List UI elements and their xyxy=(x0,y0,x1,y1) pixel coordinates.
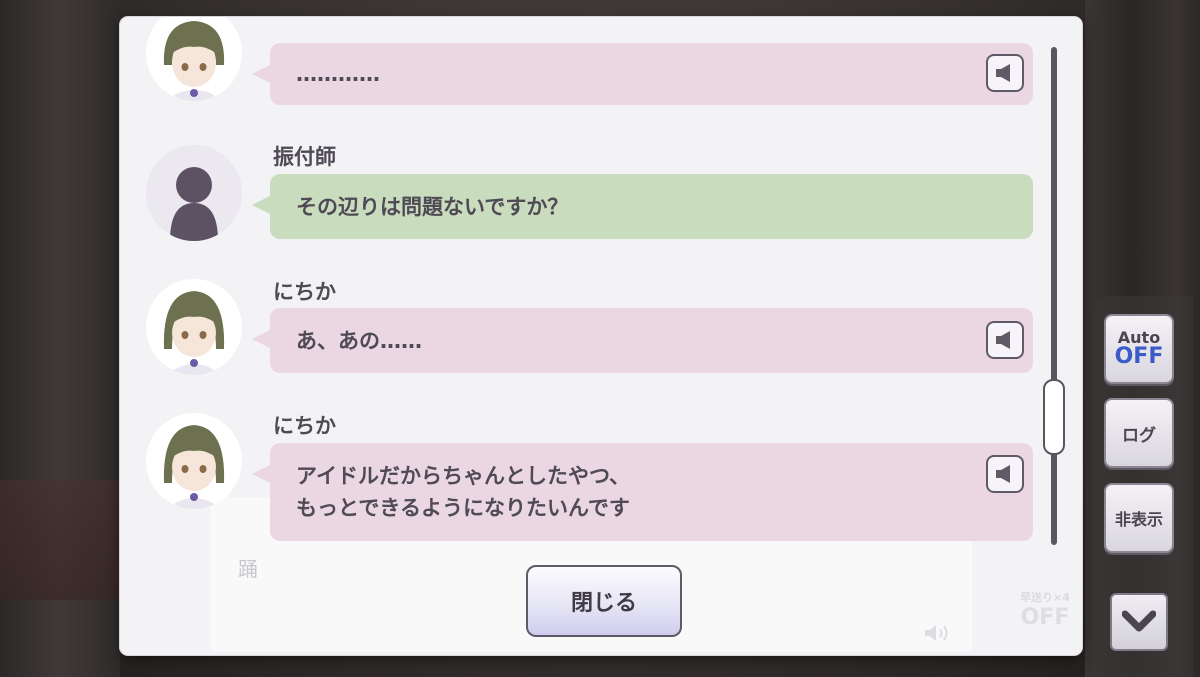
auto-button[interactable]: Auto OFF xyxy=(1104,314,1174,384)
hide-button[interactable]: 非表示 xyxy=(1104,483,1174,553)
speaker-icon xyxy=(925,625,948,641)
close-label: 閉じる xyxy=(570,591,637,616)
nichika-icon xyxy=(146,17,242,101)
hide-label: 非表示 xyxy=(1114,510,1163,529)
log-message-3: あ、あの…… xyxy=(252,308,1033,373)
log-scrollbar-thumb[interactable] xyxy=(1043,379,1065,455)
speaker-name-4: にちか xyxy=(273,414,336,438)
silhouette-icon xyxy=(146,145,242,241)
menu-toggle-button[interactable] xyxy=(1110,593,1168,651)
fast-forward-button: 早送り×4 OFF xyxy=(1008,589,1082,655)
fast-forward-label: 早送り×4 xyxy=(1020,591,1070,604)
voice-play-button-1[interactable] xyxy=(986,54,1024,92)
speaker-name-3: にちか xyxy=(273,280,336,304)
message-text-3: あ、あの…… xyxy=(296,328,422,353)
voice-play-button-3[interactable] xyxy=(986,321,1024,359)
log-message-4: アイドルだからちゃんとしたやつ、 もっとできるようになりたいんです xyxy=(252,443,1033,541)
nichika-icon xyxy=(146,413,242,509)
chevron-down-icon xyxy=(1122,610,1156,632)
avatar-nichika xyxy=(146,413,242,509)
log-label: ログ xyxy=(1122,425,1156,446)
speaker-name-2: 振付師 xyxy=(273,145,336,169)
theater-seat xyxy=(0,480,120,600)
log-message-2: その辺りは問題ないですか？ xyxy=(252,174,1033,239)
message-text-4: アイドルだからちゃんとしたやつ、 もっとできるようになりたいんです xyxy=(296,464,631,520)
avatar-choreographer xyxy=(146,145,242,241)
message-text-2: その辺りは問題ないですか？ xyxy=(296,194,569,219)
log-button[interactable]: ログ xyxy=(1104,398,1174,468)
close-button[interactable]: 閉じる xyxy=(526,565,682,637)
avatar-nichika xyxy=(146,17,242,101)
voice-play-button-4[interactable] xyxy=(986,455,1024,493)
underlying-speaker-char: 踊 xyxy=(238,557,258,581)
log-message-1: ………… xyxy=(252,43,1033,105)
log-dialog: 踊 早送り×4 OFF ………… 振付師 その辺りは問題ないですか？ にちか あ… xyxy=(120,17,1082,655)
speaker-icon xyxy=(996,64,1010,82)
speaker-icon xyxy=(996,465,1010,483)
avatar-nichika xyxy=(146,279,242,375)
message-text-1: ………… xyxy=(296,62,380,86)
speaker-icon xyxy=(996,331,1010,349)
log-scrollbar[interactable] xyxy=(1051,47,1057,545)
fast-forward-state: OFF xyxy=(1020,605,1070,630)
auto-state: OFF xyxy=(1114,344,1164,369)
nichika-icon xyxy=(146,279,242,375)
